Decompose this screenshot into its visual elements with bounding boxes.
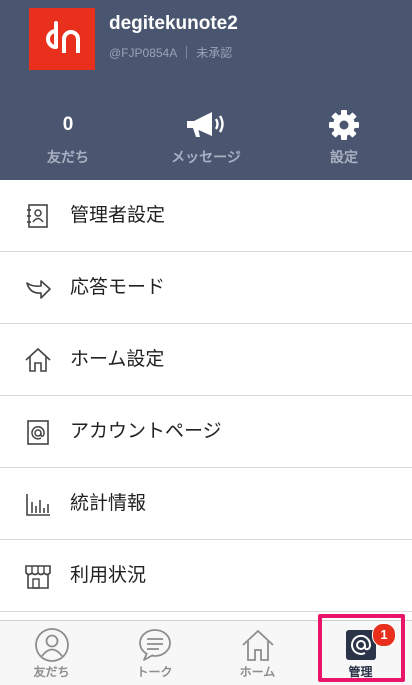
stat-friends[interactable]: 0 友だち: [8, 108, 128, 167]
tab-home[interactable]: ホーム: [206, 621, 309, 685]
menu-item-label: 統計情報: [70, 492, 147, 514]
dn-logo-icon: [46, 21, 80, 53]
menu-item-label: ホーム設定: [70, 348, 165, 370]
friends-count: 0: [62, 114, 74, 135]
account-id: @FJP0854A: [109, 45, 178, 60]
menu-item-admin-settings[interactable]: 管理者設定: [0, 180, 412, 252]
at-page-icon: [27, 420, 49, 445]
menu-item-label: 応答モード: [70, 276, 166, 298]
highlight-frame: [318, 614, 405, 682]
tab-friends[interactable]: 友だち: [0, 621, 103, 685]
home-icon: [25, 347, 51, 372]
friends-label: 友だち: [47, 150, 89, 166]
reply-arrow-icon: [26, 280, 51, 299]
chat-bubble-icon: [139, 629, 171, 661]
menu-item-home-settings[interactable]: ホーム設定: [0, 324, 412, 396]
account-name: degitekunote2: [109, 13, 238, 34]
menu-item-label: アカウントページ: [70, 420, 222, 442]
menu-item-usage[interactable]: 利用状況: [0, 540, 412, 612]
menu-item-account-page[interactable]: アカウントページ: [0, 396, 412, 468]
megaphone-icon: [146, 108, 266, 142]
person-icon: [35, 628, 69, 662]
tab-label: ホーム: [239, 665, 276, 679]
account-logo[interactable]: [29, 8, 95, 70]
approval-status: 未承認: [196, 46, 233, 60]
menu-item-reply-mode[interactable]: 応答モード: [0, 252, 412, 324]
menu-item-statistics[interactable]: 統計情報: [0, 468, 412, 540]
bar-chart-icon: [26, 494, 50, 516]
account-subline: @FJP0854A 未承認: [109, 44, 232, 61]
menu-item-label: 利用状況: [70, 564, 147, 586]
notification-badge: 1: [372, 623, 396, 647]
tab-label: トーク: [136, 665, 173, 679]
account-header: degitekunote2 @FJP0854A 未承認 0 友だち メッセージ: [0, 0, 412, 180]
home-icon: [242, 629, 274, 661]
tab-label: 友だち: [33, 665, 70, 679]
gear-icon: [284, 108, 404, 142]
admin-book-icon: [27, 204, 48, 228]
settings-label: 設定: [330, 150, 358, 166]
stat-settings[interactable]: 設定: [284, 108, 404, 167]
tab-talk[interactable]: トーク: [103, 621, 206, 685]
divider: [186, 46, 188, 59]
messages-label: メッセージ: [171, 150, 241, 166]
store-icon: [25, 565, 51, 589]
management-menu: 管理者設定 応答モード ホーム設定 アカウントページ 統計情報 利用状況: [0, 180, 412, 612]
stat-messages[interactable]: メッセージ: [146, 108, 266, 167]
menu-item-label: 管理者設定: [70, 204, 166, 226]
